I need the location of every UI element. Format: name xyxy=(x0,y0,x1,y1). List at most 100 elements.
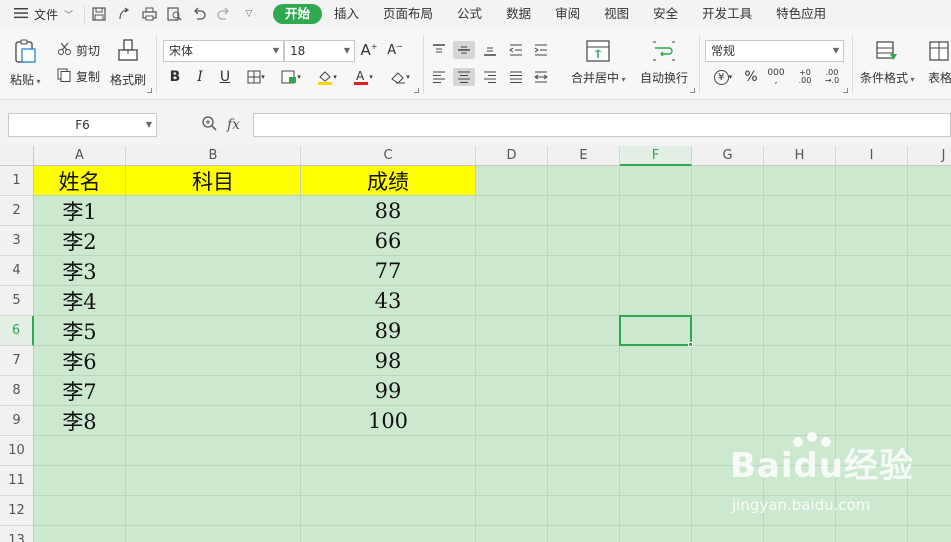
percent-icon[interactable]: % xyxy=(742,68,760,86)
cell-J3[interactable] xyxy=(908,226,951,256)
print-preview-icon[interactable] xyxy=(166,6,182,22)
cut-button[interactable]: 剪切 xyxy=(57,42,100,59)
column-header-I[interactable]: I xyxy=(836,146,908,166)
cell-F10[interactable] xyxy=(620,436,692,466)
cell-J5[interactable] xyxy=(908,286,951,316)
cell-C5[interactable]: 43 xyxy=(301,286,476,316)
cell-B12[interactable] xyxy=(126,496,301,526)
alignment-group-launcher[interactable] xyxy=(690,88,695,93)
tab-6[interactable]: 视图 xyxy=(592,4,641,24)
cell-D3[interactable] xyxy=(476,226,548,256)
cell-G8[interactable] xyxy=(692,376,764,406)
cell-F5[interactable] xyxy=(620,286,692,316)
formula-input[interactable] xyxy=(253,113,951,137)
cell-E7[interactable] xyxy=(548,346,620,376)
cell-F4[interactable] xyxy=(620,256,692,286)
cell-E1[interactable] xyxy=(548,166,620,196)
cell-E8[interactable] xyxy=(548,376,620,406)
cell-A1[interactable]: 姓名 xyxy=(34,166,126,196)
table-style-button[interactable]: 表格 xyxy=(928,40,951,86)
cell-I11[interactable] xyxy=(836,466,908,496)
tab-5[interactable]: 审阅 xyxy=(543,4,592,24)
cell-E6[interactable] xyxy=(548,316,620,346)
cell-D11[interactable] xyxy=(476,466,548,496)
font-size-select[interactable]: 18 ▼ xyxy=(284,40,355,62)
cell-B7[interactable] xyxy=(126,346,301,376)
cell-H5[interactable] xyxy=(764,286,836,316)
cell-G11[interactable] xyxy=(692,466,764,496)
cell-G12[interactable] xyxy=(692,496,764,526)
cell-H10[interactable] xyxy=(764,436,836,466)
row-header-9[interactable]: 9 xyxy=(0,406,34,436)
column-header-C[interactable]: C xyxy=(301,146,476,166)
column-header-G[interactable]: G xyxy=(692,146,764,166)
cell-D9[interactable] xyxy=(476,406,548,436)
cell-A12[interactable] xyxy=(34,496,126,526)
row-header-8[interactable]: 8 xyxy=(0,376,34,406)
cell-F9[interactable] xyxy=(620,406,692,436)
cell-F11[interactable] xyxy=(620,466,692,496)
undo-icon[interactable] xyxy=(191,6,207,22)
tab-9[interactable]: 特色应用 xyxy=(764,4,838,24)
tab-8[interactable]: 开发工具 xyxy=(690,4,764,24)
align-right-icon[interactable] xyxy=(481,68,499,86)
cell-D6[interactable] xyxy=(476,316,548,346)
cell-D10[interactable] xyxy=(476,436,548,466)
cell-D13[interactable] xyxy=(476,526,548,542)
cell-G5[interactable] xyxy=(692,286,764,316)
zoom-search-icon[interactable] xyxy=(201,115,217,134)
tab-1[interactable]: 插入 xyxy=(322,4,371,24)
cell-I1[interactable] xyxy=(836,166,908,196)
number-format-select[interactable]: 常规 ▼ xyxy=(705,40,844,62)
row-header-1[interactable]: 1 xyxy=(0,166,34,196)
cell-D12[interactable] xyxy=(476,496,548,526)
cell-B2[interactable] xyxy=(126,196,301,226)
increase-decimal-icon[interactable]: +0.00 xyxy=(795,68,815,86)
decrease-font-icon[interactable]: A − xyxy=(386,41,404,59)
cell-J4[interactable] xyxy=(908,256,951,286)
column-header-A[interactable]: A xyxy=(34,146,126,166)
cell-B1[interactable]: 科目 xyxy=(126,166,301,196)
select-all-corner[interactable] xyxy=(0,146,34,166)
copy-button[interactable]: 复制 xyxy=(57,68,100,85)
cell-A13[interactable] xyxy=(34,526,126,542)
cell-B13[interactable] xyxy=(126,526,301,542)
cell-B5[interactable] xyxy=(126,286,301,316)
align-top-icon[interactable] xyxy=(430,41,448,59)
save-icon[interactable] xyxy=(91,6,107,22)
row-header-3[interactable]: 3 xyxy=(0,226,34,256)
cell-H2[interactable] xyxy=(764,196,836,226)
export-pdf-icon[interactable] xyxy=(116,6,132,22)
cell-J2[interactable] xyxy=(908,196,951,226)
cell-G10[interactable] xyxy=(692,436,764,466)
thousands-separator-icon[interactable]: 000, xyxy=(767,68,785,86)
redo-icon[interactable] xyxy=(216,6,232,22)
decrease-indent-icon[interactable] xyxy=(507,41,525,59)
currency-icon[interactable]: ¥ ▾ xyxy=(708,68,738,86)
tab-7[interactable]: 安全 xyxy=(641,4,690,24)
cell-J7[interactable] xyxy=(908,346,951,376)
number-group-launcher[interactable] xyxy=(843,88,848,93)
cell-I4[interactable] xyxy=(836,256,908,286)
cell-G13[interactable] xyxy=(692,526,764,542)
align-center-icon[interactable] xyxy=(453,68,475,86)
print-icon[interactable] xyxy=(141,6,157,22)
cell-D8[interactable] xyxy=(476,376,548,406)
column-header-F[interactable]: F xyxy=(620,146,692,166)
cell-E10[interactable] xyxy=(548,436,620,466)
customize-chevron-icon[interactable]: ▽ xyxy=(241,6,257,22)
cell-I6[interactable] xyxy=(836,316,908,346)
cell-C12[interactable] xyxy=(301,496,476,526)
borders-icon[interactable]: ▾ xyxy=(243,68,269,86)
tab-0[interactable]: 开始 xyxy=(273,4,323,24)
distributed-align-icon[interactable] xyxy=(532,68,550,86)
cell-A4[interactable]: 李3 xyxy=(34,256,126,286)
file-menu[interactable]: 文件 ﹀ xyxy=(0,6,84,23)
column-header-J[interactable]: J xyxy=(908,146,951,166)
clear-format-icon[interactable]: ▾ xyxy=(386,68,414,86)
name-box[interactable]: F6 ▼ xyxy=(8,113,157,137)
cell-C11[interactable] xyxy=(301,466,476,496)
clipboard-group-launcher[interactable] xyxy=(147,88,152,93)
cell-B3[interactable] xyxy=(126,226,301,256)
row-header-11[interactable]: 11 xyxy=(0,466,34,496)
